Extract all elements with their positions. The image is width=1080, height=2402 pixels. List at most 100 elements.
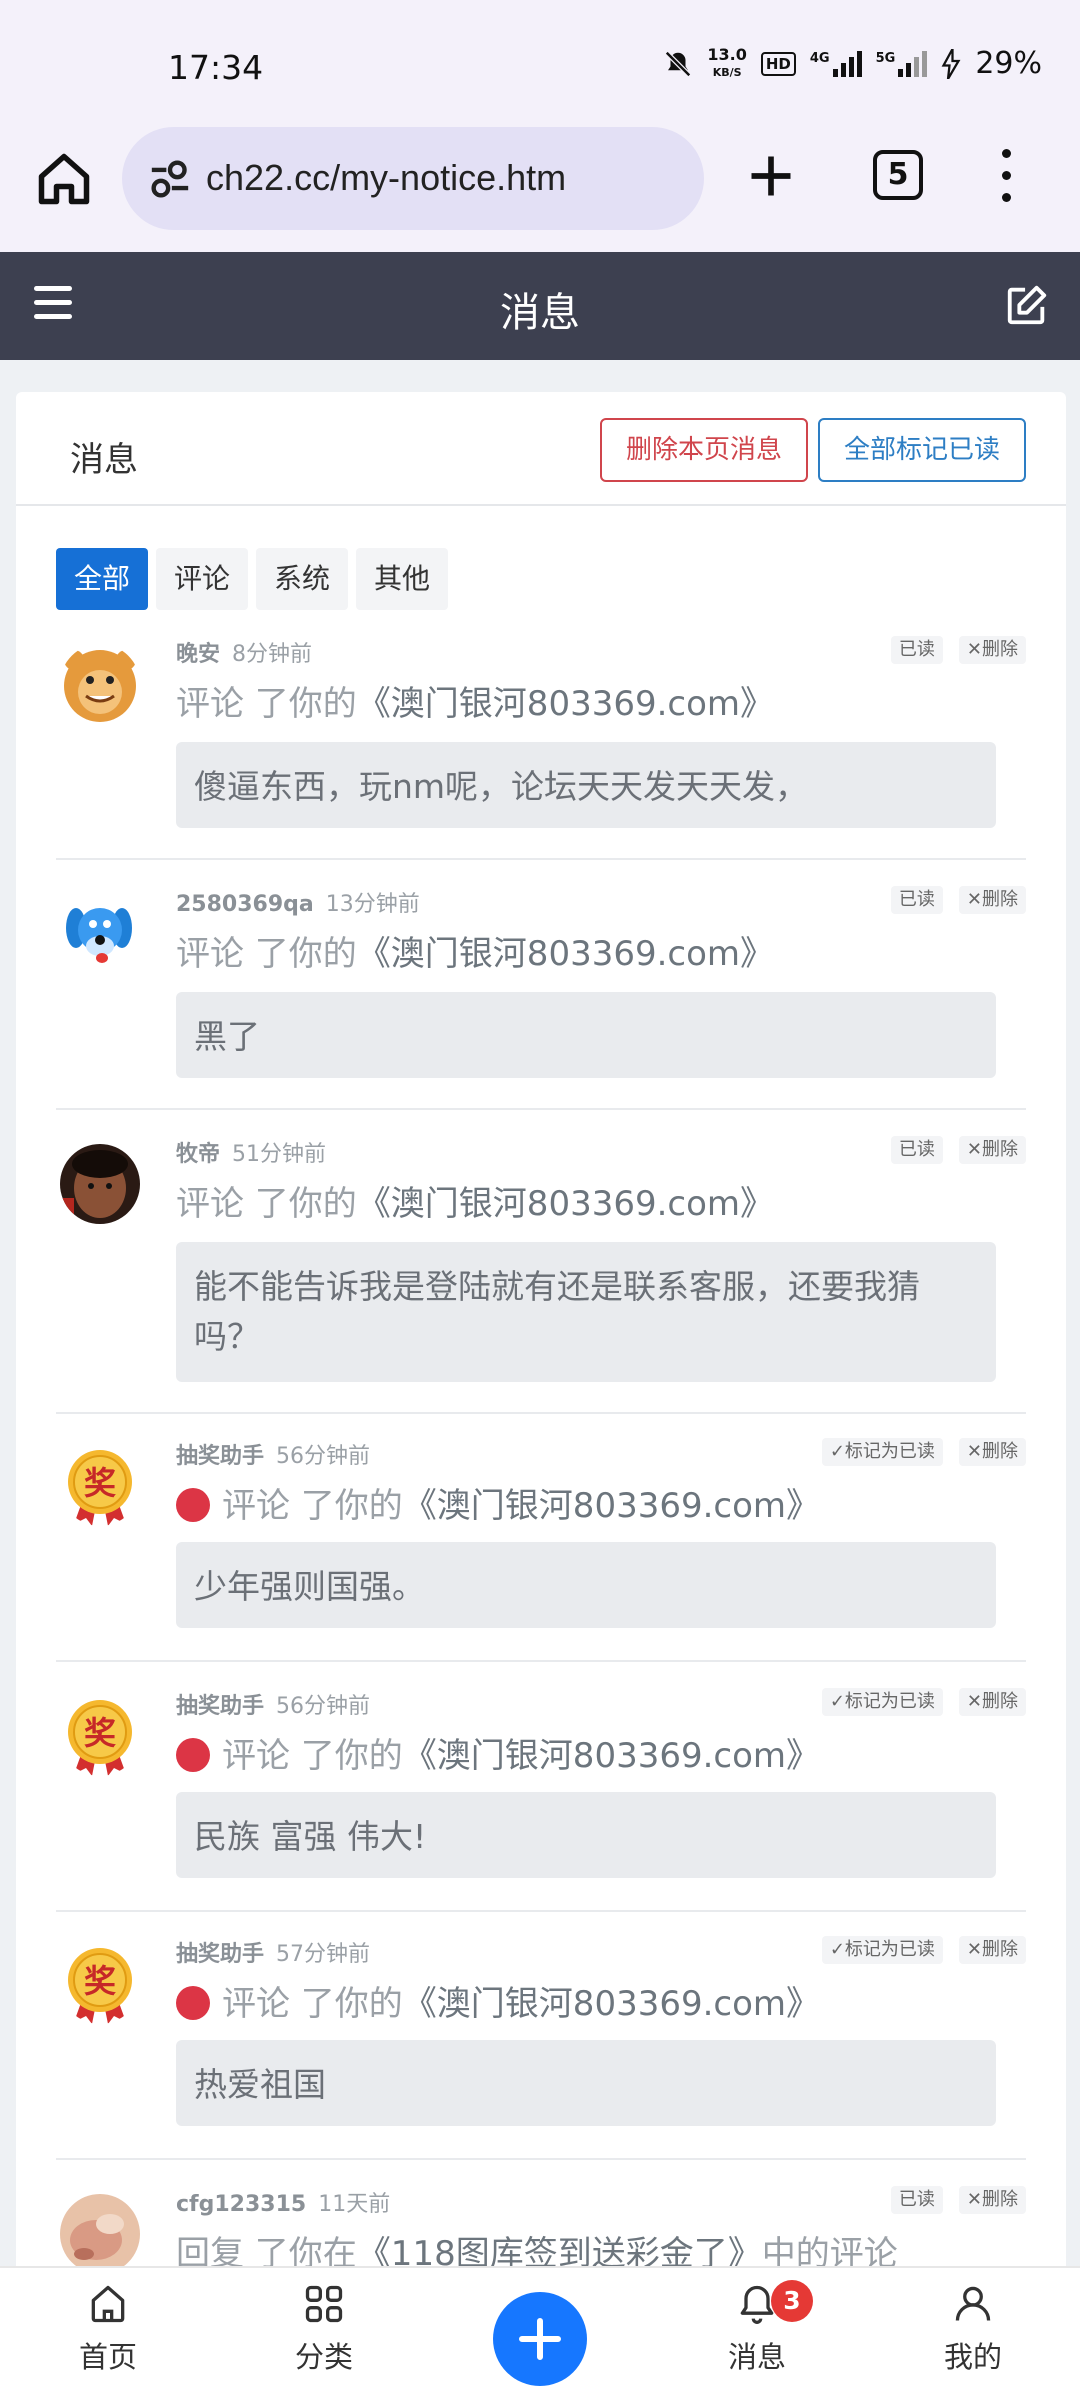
nav-mine[interactable]: 我的 (913, 2282, 1033, 2376)
message-count-badge: 3 (771, 2280, 813, 2322)
notice-item[interactable]: 晚安 8分钟前 已读 ✕删除 评论 了你的《澳门银河803369.com》 傻逼东… (56, 636, 1026, 836)
mark-read-button[interactable]: ✓标记为已读 (821, 1688, 943, 1716)
delete-button[interactable]: ✕删除 (958, 2186, 1026, 2214)
notice-actions: 已读 ✕删除 (890, 636, 1026, 664)
post-link[interactable]: 《澳门银河803369.com》 (403, 1736, 820, 1776)
divider (56, 1412, 1026, 1414)
delete-button[interactable]: ✕删除 (958, 1688, 1026, 1716)
mark-all-read-button[interactable]: 全部标记已读 (818, 418, 1026, 482)
signal-4g-icon: 4G (810, 50, 862, 77)
divider (56, 1108, 1026, 1110)
notice-meta: 抽奖助手 56分钟前 (176, 1688, 370, 1720)
post-link[interactable]: 《澳门银河803369.com》 (357, 1184, 774, 1224)
avatar[interactable] (60, 644, 140, 724)
username[interactable]: 抽奖助手 (176, 1444, 264, 1469)
mark-read-button[interactable]: ✓标记为已读 (821, 1936, 943, 1964)
url-bar[interactable]: ch22.cc/my-notice.htm (122, 127, 704, 230)
avatar[interactable]: 奖 (60, 1696, 140, 1776)
compose-icon[interactable] (1004, 282, 1050, 328)
username[interactable]: 2580369qa (176, 892, 314, 917)
notice-summary: 评论 了你的《澳门银河803369.com》 (176, 684, 775, 724)
avatar[interactable]: 奖 (60, 1446, 140, 1526)
home-icon (91, 2285, 125, 2323)
username[interactable]: 抽奖助手 (176, 1942, 264, 1967)
delete-button[interactable]: ✕删除 (958, 886, 1026, 914)
tab-other[interactable]: 其他 (356, 548, 449, 610)
read-status: 已读 (890, 2186, 943, 2214)
avatar-text: 奖 (84, 1962, 116, 2000)
net-speed: 13.0 KB/S (707, 44, 747, 79)
tab-count-button[interactable]: 5 (873, 150, 923, 200)
nav-home[interactable]: 首页 (48, 2282, 168, 2376)
notice-summary: 评论 了你的《澳门银河803369.com》 (176, 934, 775, 974)
page-title: 消息 (500, 290, 580, 336)
read-status: 已读 (890, 886, 943, 914)
notice-item[interactable]: 奖 抽奖助手 57分钟前 ✓标记为已读 ✕删除 评论 了你的《澳门银河803369… (56, 1936, 1026, 2136)
timestamp: 56分钟前 (276, 1694, 371, 1719)
comment-quote: 傻逼东西，玩nm呢，论坛天天发天天发， (176, 742, 996, 828)
delete-button[interactable]: ✕删除 (958, 1438, 1026, 1466)
avatar[interactable] (60, 1144, 140, 1224)
notice-item[interactable]: 奖 抽奖助手 56分钟前 ✓标记为已读 ✕删除 评论 了你的《澳门银河803369… (56, 1688, 1026, 1888)
notice-actions: ✓标记为已读 ✕删除 (821, 1936, 1026, 1964)
divider (56, 2158, 1026, 2160)
card-title: 消息 (70, 440, 138, 480)
notice-item[interactable]: 奖 抽奖助手 56分钟前 ✓标记为已读 ✕删除 评论 了你的《澳门银河803369… (56, 1438, 1026, 1638)
post-link[interactable]: 《澳门银河803369.com》 (357, 934, 774, 974)
signal-5g-icon: 5G (876, 50, 928, 77)
avatar[interactable]: 奖 (60, 1944, 140, 2024)
mark-read-button[interactable]: ✓标记为已读 (821, 1438, 943, 1466)
notice-card: 消息 删除本页消息 全部标记已读 全部 评论 系统 其他 晚安 8分钟前 已读 ✕… (16, 392, 1066, 2400)
timestamp: 13分钟前 (325, 892, 420, 917)
nav-category[interactable]: 分类 (264, 2282, 384, 2376)
notice-summary: 评论 了你的《澳门银河803369.com》 (176, 1478, 820, 1527)
status-time: 17:34 (168, 48, 264, 87)
avatar[interactable] (60, 894, 140, 974)
notice-meta: 2580369qa 13分钟前 (176, 886, 420, 918)
comment-quote: 少年强则国强。 (176, 1542, 996, 1628)
divider (56, 858, 1026, 860)
tab-system[interactable]: 系统 (256, 548, 349, 610)
delete-button[interactable]: ✕删除 (958, 1936, 1026, 1964)
post-link[interactable]: 《澳门银河803369.com》 (403, 1984, 820, 2024)
notice-meta: 抽奖助手 57分钟前 (176, 1936, 370, 1968)
tab-all[interactable]: 全部 (56, 548, 149, 610)
url-text: ch22.cc/my-notice.htm (206, 157, 567, 198)
delete-button[interactable]: ✕删除 (958, 636, 1026, 664)
plus-icon (519, 2318, 561, 2360)
browser-toolbar: ch22.cc/my-notice.htm 5 (0, 125, 1080, 254)
new-tab-icon[interactable] (745, 150, 797, 202)
user-icon (955, 2286, 991, 2321)
nav-messages[interactable]: 3 消息 (697, 2280, 817, 2376)
tab-comment[interactable]: 评论 (156, 548, 249, 610)
site-settings-icon[interactable] (148, 159, 192, 199)
divider (56, 1660, 1026, 1662)
delete-page-button[interactable]: 删除本页消息 (600, 418, 808, 482)
avatar[interactable] (60, 2194, 140, 2274)
filter-tabs: 全部 评论 系统 其他 (56, 548, 449, 610)
post-link[interactable]: 《澳门银河803369.com》 (357, 684, 774, 724)
hd-icon: HD (760, 51, 796, 76)
charging-icon (941, 48, 961, 79)
notice-actions: ✓标记为已读 ✕删除 (821, 1688, 1026, 1716)
delete-button[interactable]: ✕删除 (958, 1136, 1026, 1164)
unread-dot-icon (176, 1738, 210, 1772)
comment-quote: 热爱祖国 (176, 2040, 996, 2126)
post-link[interactable]: 《澳门银河803369.com》 (403, 1486, 820, 1526)
more-menu-icon[interactable] (1000, 149, 1012, 205)
home-icon[interactable] (34, 149, 94, 209)
add-post-button[interactable] (493, 2292, 587, 2386)
divider (56, 1910, 1026, 1912)
timestamp: 8分钟前 (232, 642, 313, 667)
divider (16, 504, 1066, 506)
status-icons: 13.0 KB/S HD 4G 5G 29% (663, 46, 1042, 81)
username[interactable]: cfg123315 (176, 2192, 306, 2217)
notice-summary: 评论 了你的《澳门银河803369.com》 (176, 1728, 820, 1777)
notice-item[interactable]: 牧帝 51分钟前 已读 ✕删除 评论 了你的《澳门银河803369.com》 能不… (56, 1136, 1026, 1396)
username[interactable]: 牧帝 (176, 1142, 220, 1167)
notice-actions: 已读 ✕删除 (890, 2186, 1026, 2214)
username[interactable]: 抽奖助手 (176, 1694, 264, 1719)
mute-bell-icon (665, 50, 692, 77)
username[interactable]: 晚安 (176, 642, 220, 667)
notice-item[interactable]: 2580369qa 13分钟前 已读 ✕删除 评论 了你的《澳门银河803369.… (56, 886, 1026, 1086)
